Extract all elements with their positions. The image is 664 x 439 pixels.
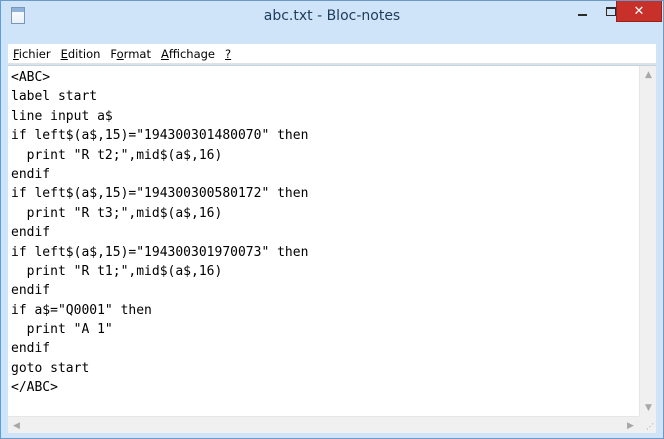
text-line: goto start xyxy=(11,360,90,376)
horizontal-scrollbar[interactable]: ◀ ▶ xyxy=(8,416,639,433)
text-line: endif xyxy=(11,166,51,182)
title-bar[interactable]: abc.txt - Bloc-notes ✕ xyxy=(1,1,663,31)
text-line: if left$(a$,15)="194300301970073" then xyxy=(11,244,309,260)
minimize-icon xyxy=(578,13,587,16)
text-line: print "A 1" xyxy=(11,322,113,338)
text-line: line input a$ xyxy=(11,108,113,124)
text-line: endif xyxy=(11,341,51,357)
text-line: if left$(a$,15)="194300301480070" then xyxy=(11,128,309,144)
vertical-scrollbar[interactable]: ▲ ▼ xyxy=(639,66,656,416)
close-button[interactable]: ✕ xyxy=(616,1,662,22)
text-line: if left$(a$,15)="194300300580172" then xyxy=(11,186,309,202)
text-area[interactable]: <ABC> label start line input a$ if left$… xyxy=(8,66,639,416)
editor: <ABC> label start line input a$ if left$… xyxy=(8,65,656,433)
notepad-window: abc.txt - Bloc-notes ✕ Fichier Edition F… xyxy=(0,0,664,439)
menu-help[interactable]: ? xyxy=(220,44,236,64)
resize-corner[interactable]: ⋰ xyxy=(639,416,656,433)
menu-fichier[interactable]: Fichier xyxy=(8,44,56,64)
resize-grip-icon[interactable]: ⋰ xyxy=(646,423,654,431)
text-line: print "R t2;",mid$(a$,16) xyxy=(11,147,223,163)
notepad-icon[interactable] xyxy=(11,7,25,24)
window-title: abc.txt - Bloc-notes xyxy=(263,8,401,24)
maximize-icon xyxy=(605,7,616,16)
text-line: </ABC> xyxy=(11,380,58,396)
menu-affichage[interactable]: Affichage xyxy=(156,44,220,64)
text-line: endif xyxy=(11,225,51,241)
menu-bar: Fichier Edition Format Affichage ? xyxy=(8,44,656,64)
text-line: label start xyxy=(11,89,98,105)
scroll-left-icon[interactable]: ◀ xyxy=(8,417,25,434)
minimize-button[interactable] xyxy=(569,1,596,22)
close-icon: ✕ xyxy=(633,3,645,19)
scroll-down-icon[interactable]: ▼ xyxy=(640,399,657,416)
text-line: if a$="Q0001" then xyxy=(11,302,152,318)
menu-format[interactable]: Format xyxy=(105,44,156,64)
text-line: <ABC> xyxy=(11,70,51,85)
menu-edition[interactable]: Edition xyxy=(56,44,106,64)
text-line: print "R t3;",mid$(a$,16) xyxy=(11,205,223,221)
scroll-up-icon[interactable]: ▲ xyxy=(640,66,657,83)
scroll-right-icon[interactable]: ▶ xyxy=(622,417,639,434)
text-line: endif xyxy=(11,283,51,299)
text-line: print "R t1;",mid$(a$,16) xyxy=(11,263,223,279)
